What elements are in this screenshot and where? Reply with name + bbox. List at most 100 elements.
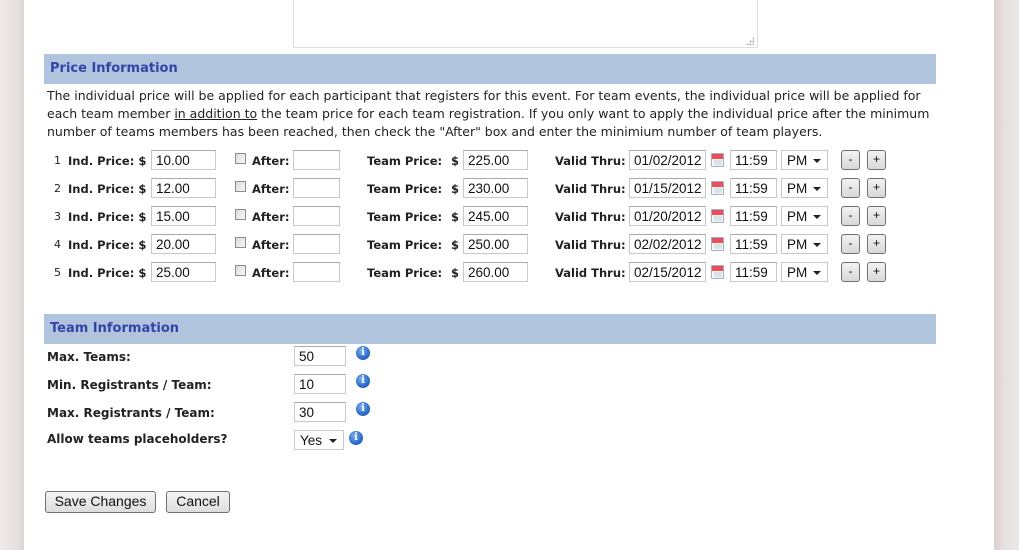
- description-textarea[interactable]: [293, 0, 758, 48]
- currency-symbol: $: [451, 154, 460, 168]
- valid-date-input[interactable]: 01/15/2012: [629, 178, 706, 198]
- time-input[interactable]: 11:59: [730, 206, 777, 226]
- calendar-icon[interactable]: [711, 209, 724, 223]
- info-icon[interactable]: i: [356, 346, 370, 360]
- chevron-down-icon: [813, 159, 821, 163]
- row-number: 2: [54, 182, 61, 195]
- team-price-label: Team Price:: [367, 238, 443, 252]
- team-price-input[interactable]: 250.00: [463, 234, 528, 254]
- after-input[interactable]: [293, 178, 340, 198]
- resize-grip-icon[interactable]: [746, 37, 754, 45]
- team-price-input[interactable]: 245.00: [463, 206, 528, 226]
- remove-row-button[interactable]: -: [841, 206, 860, 226]
- time-input[interactable]: 11:59: [730, 178, 777, 198]
- after-checkbox[interactable]: [235, 153, 246, 164]
- add-row-button[interactable]: +: [867, 262, 886, 282]
- after-checkbox[interactable]: [235, 209, 246, 220]
- price-row: 4 Ind. Price: $ 20.00 After: Team Price: $250…: [24, 234, 904, 256]
- valid-date-input[interactable]: 02/02/2012: [629, 234, 706, 254]
- ind-price-input[interactable]: 10.00: [151, 150, 216, 170]
- remove-row-button[interactable]: -: [841, 234, 860, 254]
- remove-row-button[interactable]: -: [841, 150, 860, 170]
- ind-price-input[interactable]: 25.00: [151, 262, 216, 282]
- max-registrants-input[interactable]: 30: [294, 402, 346, 422]
- add-row-button[interactable]: +: [867, 150, 886, 170]
- valid-date-input[interactable]: 01/02/2012: [629, 150, 706, 170]
- calendar-icon[interactable]: [711, 153, 724, 167]
- allow-placeholders-select[interactable]: Yes: [294, 430, 344, 450]
- ampm-select[interactable]: PM: [781, 262, 828, 282]
- after-checkbox[interactable]: [235, 265, 246, 276]
- time-input[interactable]: 11:59: [730, 150, 777, 170]
- currency-symbol: $: [451, 210, 460, 224]
- valid-thru-label: Valid Thru:: [555, 210, 626, 224]
- chevron-down-icon: [813, 243, 821, 247]
- ampm-select[interactable]: PM: [781, 178, 828, 198]
- min-registrants-label: Min. Registrants / Team:: [47, 378, 212, 392]
- ind-price-input[interactable]: 12.00: [151, 178, 216, 198]
- ind-price-label: Ind. Price: $: [68, 154, 147, 168]
- valid-thru-label: Valid Thru:: [555, 154, 626, 168]
- ind-price-label: Ind. Price: $: [68, 182, 147, 196]
- page-background-right: [994, 0, 1019, 550]
- team-information-title: Team Information: [50, 321, 180, 336]
- chevron-down-icon: [813, 271, 821, 275]
- ind-price-input[interactable]: 20.00: [151, 234, 216, 254]
- max-teams-label: Max. Teams:: [47, 350, 131, 364]
- row-number: 5: [54, 266, 61, 279]
- add-row-button[interactable]: +: [867, 178, 886, 198]
- cancel-button[interactable]: Cancel: [166, 491, 230, 513]
- team-price-input[interactable]: 260.00: [463, 262, 528, 282]
- add-row-button[interactable]: +: [867, 234, 886, 254]
- remove-row-button[interactable]: -: [841, 262, 860, 282]
- row-number: 1: [54, 154, 61, 167]
- time-input[interactable]: 11:59: [730, 262, 777, 282]
- team-information-header: Team Information: [44, 314, 936, 344]
- add-row-button[interactable]: +: [867, 206, 886, 226]
- ampm-select[interactable]: PM: [781, 206, 828, 226]
- after-label: After:: [252, 238, 290, 252]
- ampm-select[interactable]: PM: [781, 234, 828, 254]
- currency-symbol: $: [451, 238, 460, 252]
- after-checkbox[interactable]: [235, 237, 246, 248]
- after-label: After:: [252, 210, 290, 224]
- price-row: 5 Ind. Price: $ 25.00 After: Team Price: $260…: [24, 262, 904, 284]
- after-checkbox[interactable]: [235, 181, 246, 192]
- after-input[interactable]: [293, 206, 340, 226]
- after-input[interactable]: [293, 234, 340, 254]
- team-price-label: Team Price:: [367, 182, 443, 196]
- team-price-input[interactable]: 230.00: [463, 178, 528, 198]
- valid-date-input[interactable]: 01/20/2012: [629, 206, 706, 226]
- team-price-label: Team Price:: [367, 266, 443, 280]
- max-teams-input[interactable]: 50: [294, 346, 346, 366]
- ind-price-label: Ind. Price: $: [68, 210, 147, 224]
- max-registrants-row: Max. Registrants / Team: 30 i: [47, 402, 447, 424]
- valid-thru-label: Valid Thru:: [555, 182, 626, 196]
- remove-row-button[interactable]: -: [841, 178, 860, 198]
- ind-price-label: Ind. Price: $: [68, 266, 147, 280]
- after-input[interactable]: [293, 262, 340, 282]
- valid-date-input[interactable]: 02/15/2012: [629, 262, 706, 282]
- after-label: After:: [252, 182, 290, 196]
- price-row: 2 Ind. Price: $ 12.00 After: Team Price: $230…: [24, 178, 904, 200]
- page-background-left: [0, 0, 24, 550]
- form-content: Price Information The individual price w…: [24, 0, 994, 550]
- save-changes-button[interactable]: Save Changes: [45, 491, 156, 513]
- calendar-icon[interactable]: [711, 181, 724, 195]
- ind-price-input[interactable]: 15.00: [151, 206, 216, 226]
- currency-symbol: $: [451, 266, 460, 280]
- info-icon[interactable]: i: [356, 374, 370, 388]
- info-icon[interactable]: i: [356, 402, 370, 416]
- time-input[interactable]: 11:59: [730, 234, 777, 254]
- ampm-select[interactable]: PM: [781, 150, 828, 170]
- calendar-icon[interactable]: [711, 237, 724, 251]
- min-registrants-input[interactable]: 10: [294, 374, 346, 394]
- chevron-down-icon: [329, 439, 337, 443]
- after-label: After:: [252, 154, 290, 168]
- info-icon[interactable]: i: [349, 431, 363, 445]
- after-input[interactable]: [293, 150, 340, 170]
- team-price-input[interactable]: 225.00: [463, 150, 528, 170]
- price-information-header: Price Information: [44, 54, 936, 84]
- price-row: 1 Ind. Price: $ 10.00 After: Team Price: $225…: [24, 150, 904, 172]
- calendar-icon[interactable]: [711, 265, 724, 279]
